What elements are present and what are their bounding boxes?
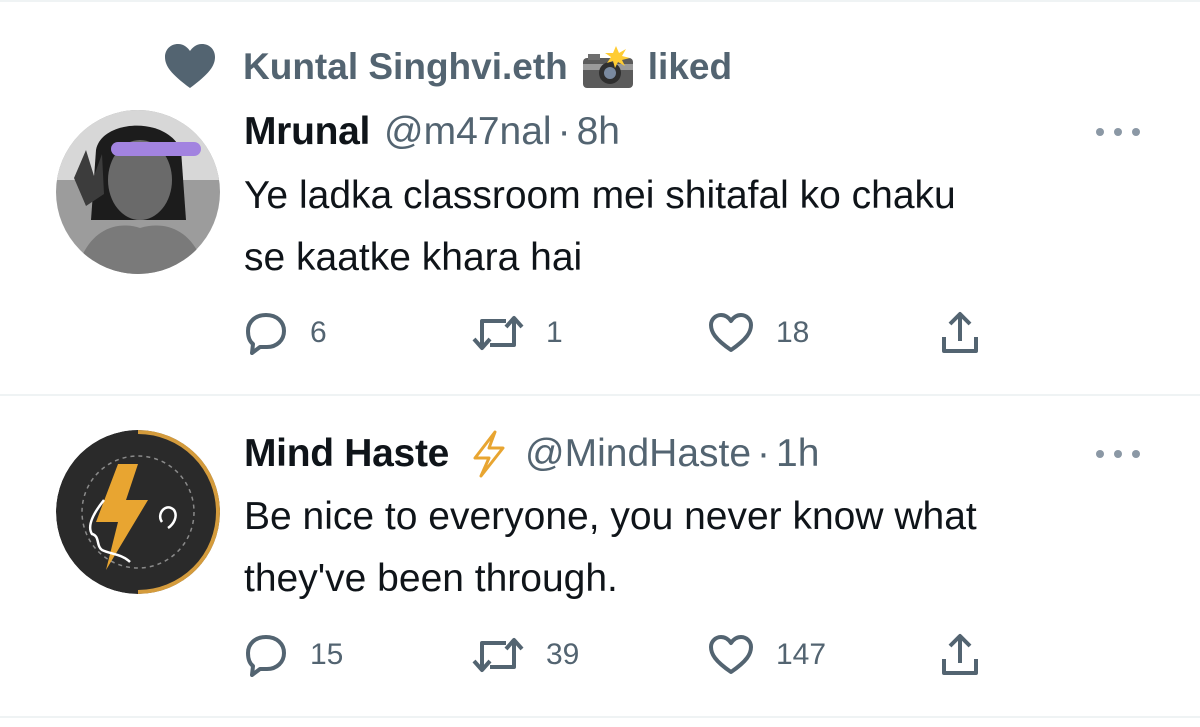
divider-bottom xyxy=(0,716,1200,718)
lightning-bolt-icon xyxy=(467,430,511,478)
tweet-text: Be nice to everyone, you never know what… xyxy=(244,486,1144,610)
handle[interactable]: @m47nal xyxy=(384,110,552,154)
share-icon xyxy=(942,312,978,353)
like-button[interactable]: 18 xyxy=(708,310,809,356)
avatar-mrunal[interactable] xyxy=(56,110,220,274)
handle[interactable]: @MindHaste xyxy=(525,432,751,476)
like-count: 18 xyxy=(776,316,810,349)
reply-icon xyxy=(246,635,286,677)
retweet-button[interactable]: 39 xyxy=(472,632,579,678)
reply-button[interactable]: 15 xyxy=(244,632,343,678)
tweet-mindhaste[interactable]: Mind Haste @MindHaste · 1h Be nice to ev… xyxy=(0,396,1200,716)
heart-icon xyxy=(165,44,215,90)
tweet-text-line: se kaatke khara hai xyxy=(244,236,583,279)
separator-dot: · xyxy=(557,110,571,153)
dot-icon xyxy=(1114,128,1122,136)
liker-name[interactable]: Kuntal Singhvi.eth xyxy=(243,46,568,88)
dot-icon xyxy=(1114,450,1122,458)
tweet-text-line: they've been through. xyxy=(244,557,618,600)
timeline: Kuntal Singhvi.eth liked Mrunal @m47nal … xyxy=(0,0,1200,727)
heart-outline-icon xyxy=(709,635,753,674)
avatar-mindhaste[interactable] xyxy=(56,430,220,594)
action-bar: 6 1 18 xyxy=(244,310,1004,356)
display-name[interactable]: Mind Haste xyxy=(244,432,449,476)
heart-outline-icon xyxy=(709,313,753,352)
liked-label: liked xyxy=(647,46,733,87)
more-options-button[interactable] xyxy=(1096,122,1140,142)
dot-icon xyxy=(1132,450,1140,458)
camera-flash-icon xyxy=(582,44,634,90)
social-context: Kuntal Singhvi.eth liked xyxy=(165,42,732,92)
more-options-button[interactable] xyxy=(1096,444,1140,464)
tweet-text-line: Ye ladka classroom mei shitafal ko chaku xyxy=(244,174,956,217)
tweet-header: Mrunal @m47nal · 8h xyxy=(244,106,620,158)
dot-icon xyxy=(1096,128,1104,136)
share-button[interactable] xyxy=(940,632,980,678)
like-count: 147 xyxy=(776,638,827,671)
display-name[interactable]: Mrunal xyxy=(244,110,370,154)
tweet-mrunal[interactable]: Kuntal Singhvi.eth liked Mrunal @m47nal … xyxy=(0,0,1200,394)
dot-icon xyxy=(1096,450,1104,458)
retweet-button[interactable]: 1 xyxy=(472,310,563,356)
retweet-icon xyxy=(472,638,524,672)
action-bar: 15 39 147 xyxy=(244,632,1004,678)
separator-dot: · xyxy=(757,432,771,475)
reply-count: 6 xyxy=(310,316,327,349)
timestamp[interactable]: 8h xyxy=(577,110,620,154)
retweet-icon xyxy=(472,316,524,350)
share-icon xyxy=(942,634,978,675)
like-button[interactable]: 147 xyxy=(708,632,826,678)
share-button[interactable] xyxy=(940,310,980,356)
dot-icon xyxy=(1132,128,1140,136)
tweet-text: Ye ladka classroom mei shitafal ko chaku… xyxy=(244,165,1144,289)
timestamp[interactable]: 1h xyxy=(776,432,819,476)
reply-button[interactable]: 6 xyxy=(244,310,327,356)
retweet-count: 39 xyxy=(546,638,580,671)
tweet-header: Mind Haste @MindHaste · 1h xyxy=(244,428,819,480)
tweet-text-line: Be nice to everyone, you never know what xyxy=(244,495,977,538)
reply-count: 15 xyxy=(310,638,344,671)
reply-icon xyxy=(246,313,286,355)
retweet-count: 1 xyxy=(546,316,563,349)
